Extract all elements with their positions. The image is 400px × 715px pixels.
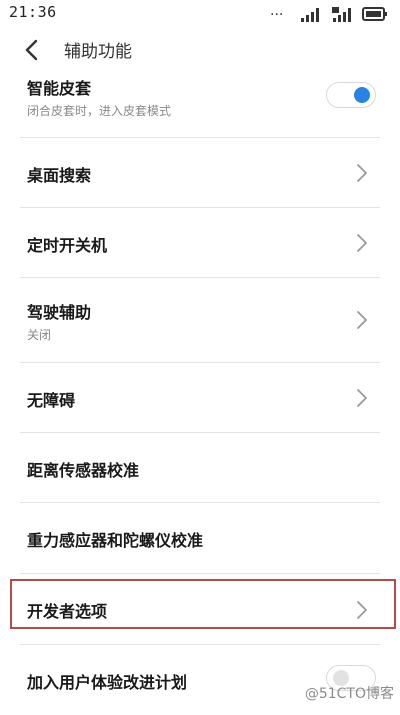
item-subtitle: 闭合皮套时，进入皮套模式 bbox=[27, 104, 172, 118]
smart-cover-toggle[interactable] bbox=[326, 82, 376, 108]
setting-desktop-search[interactable]: 桌面搜索 bbox=[20, 138, 380, 208]
highlight-box bbox=[10, 579, 396, 629]
setting-ux-improvement[interactable]: 加入用户体验改进计划 bbox=[20, 645, 380, 715]
app-header: 辅助功能 bbox=[0, 28, 400, 72]
signal-hd-icon bbox=[332, 7, 351, 22]
setting-proximity-calibration[interactable]: 距离传感器校准 bbox=[20, 433, 380, 503]
item-title: 距离传感器校准 bbox=[27, 461, 140, 480]
chevron-right-icon bbox=[357, 234, 367, 252]
item-title: 加入用户体验改进计划 bbox=[27, 673, 188, 692]
chevron-right-icon bbox=[357, 164, 367, 182]
item-title: 重力感应器和陀螺仪校准 bbox=[27, 531, 204, 550]
item-title: 智能皮套 bbox=[27, 79, 92, 98]
status-icons: ... bbox=[270, 3, 390, 23]
item-title: 桌面搜索 bbox=[27, 166, 92, 185]
setting-driving-assist[interactable]: 驾驶辅助 关闭 bbox=[20, 278, 380, 363]
signal-icon bbox=[301, 8, 319, 22]
item-title: 无障碍 bbox=[27, 391, 76, 410]
watermark: @51CTO博客 bbox=[304, 686, 394, 702]
setting-scheduled-power[interactable]: 定时开关机 bbox=[20, 208, 380, 278]
page-title: 辅助功能 bbox=[64, 42, 132, 62]
chevron-right-icon bbox=[357, 389, 367, 407]
item-title: 驾驶辅助 bbox=[27, 303, 92, 322]
status-time: 21:36 bbox=[9, 3, 57, 21]
setting-accessibility[interactable]: 无障碍 bbox=[20, 363, 380, 433]
item-title: 定时开关机 bbox=[27, 236, 108, 255]
back-arrow-icon[interactable] bbox=[18, 36, 46, 64]
more-dots-icon: ... bbox=[270, 3, 284, 19]
chevron-right-icon bbox=[357, 311, 367, 329]
setting-gyro-calibration[interactable]: 重力感应器和陀螺仪校准 bbox=[20, 503, 380, 574]
item-subtitle: 关闭 bbox=[27, 328, 52, 342]
setting-smart-cover[interactable]: 智能皮套 闭合皮套时，进入皮套模式 bbox=[20, 72, 380, 138]
battery-icon bbox=[362, 7, 387, 21]
toggle-knob bbox=[354, 86, 370, 103]
status-bar: 21:36 ... bbox=[0, 0, 400, 28]
